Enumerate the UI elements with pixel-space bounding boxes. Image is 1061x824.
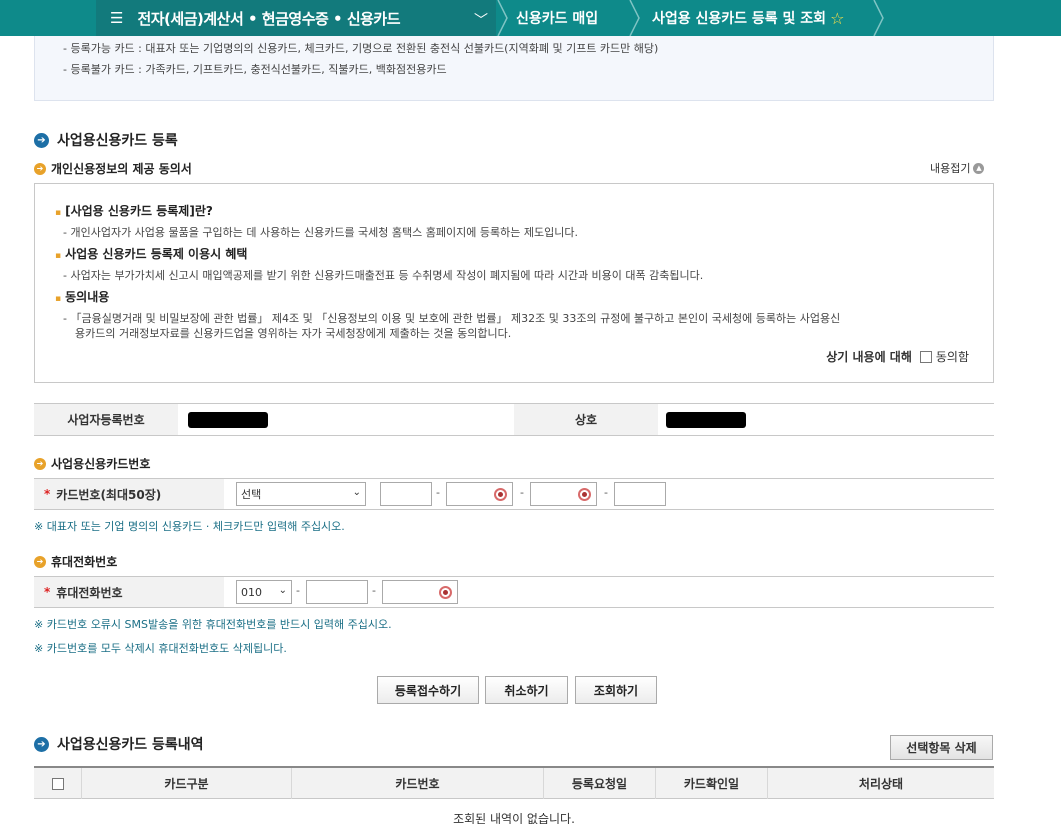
arrow-right-icon: ➔ xyxy=(34,736,49,752)
dash-separator: - xyxy=(296,584,300,597)
history-table-header: 카드구분 카드번호 등록요청일 카드확인일 처리상태 xyxy=(34,766,994,799)
chevron-up-icon: ▲ xyxy=(973,162,985,174)
redacted-business-name xyxy=(666,412,746,428)
phone-label: * 휴대전화번호 xyxy=(34,577,224,607)
breadcrumb-current-page[interactable]: 사업용 신용카드 등록 및 조회 ☆ xyxy=(652,0,844,36)
service-menu-dropdown[interactable]: ☰ 전자(세금)계산서 • 현금영수증 • 신용카드 ﹀ xyxy=(96,0,496,36)
favorite-star-icon[interactable]: ☆ xyxy=(830,9,844,28)
arrow-right-icon: ➔ xyxy=(34,457,46,470)
history-section-title: ➔ 사업용신용카드 등록내역 xyxy=(34,734,204,754)
agree-label[interactable]: 동의함 xyxy=(936,348,969,365)
phone-label-text: 휴대전화번호 xyxy=(56,585,123,600)
hamburger-icon: ☰ xyxy=(110,9,124,27)
card-number-section-title: ➔ 사업용신용카드번호 xyxy=(34,455,150,472)
card-eligibility-info: - 등록가능 카드 : 대표자 또는 기업명의의 신용카드, 체크카드, 기명으… xyxy=(34,36,994,101)
delete-selected-button[interactable]: 선택항목 삭제 xyxy=(890,735,993,760)
masked-input-icon xyxy=(578,488,591,501)
select-all-checkbox[interactable] xyxy=(51,777,64,790)
required-icon: * xyxy=(44,585,51,599)
ineligible-cards-text: - 등록불가 카드 : 가족카드, 기프트카드, 충전식선불카드, 직불카드, … xyxy=(63,63,447,76)
agree-prefix: 상기 내용에 대해 xyxy=(826,350,912,364)
dash-separator: - xyxy=(520,486,524,499)
register-section-title: ➔ 사업용신용카드 등록 xyxy=(34,130,178,150)
card-number-label: * 카드번호(최대50장) xyxy=(34,479,224,509)
card-number-part-3[interactable] xyxy=(530,482,597,506)
chevron-down-icon: ⌄ xyxy=(278,585,287,596)
dash-separator: - xyxy=(604,486,608,499)
consent-desc-3a: - 「금융실명거래 및 비밀보장에 관한 법률」 제4조 및 「신용정보의 이용… xyxy=(63,312,841,325)
breadcrumb-credit-card-purchase[interactable]: 신용카드 매입 xyxy=(516,0,598,36)
required-icon: * xyxy=(44,487,51,501)
card-number-note: ※ 대표자 또는 기업 명의의 신용카드 · 체크카드만 입력해 주십시오. xyxy=(34,520,345,533)
col-status: 처리상태 xyxy=(858,777,904,791)
masked-input-icon xyxy=(439,586,452,599)
business-info-table: 사업자등록번호 상호 xyxy=(34,403,994,436)
card-number-part-4[interactable] xyxy=(614,482,666,506)
breadcrumb-separator-icon xyxy=(629,0,640,36)
phone-middle-input[interactable] xyxy=(306,580,368,604)
consent-title-label: 개인신용정보의 제공 동의서 xyxy=(51,162,192,176)
breadcrumb-separator-icon xyxy=(497,0,508,36)
phone-prefix-selected: 010 xyxy=(241,585,262,599)
fold-label: 내용접기 xyxy=(930,162,971,175)
submit-registration-button[interactable]: 등록접수하기 xyxy=(377,676,479,704)
fold-content-toggle[interactable]: 내용접기 ▲ xyxy=(930,160,985,176)
phone-last-input[interactable] xyxy=(382,580,458,604)
agree-checkbox[interactable] xyxy=(919,350,932,363)
consent-desc-2: - 사업자는 부가가치세 신고시 매입액공제를 받기 위한 신용카드매출전표 등… xyxy=(63,269,704,282)
breadcrumb-current-label: 사업용 신용카드 등록 및 조회 xyxy=(652,11,827,27)
arrow-right-icon: ➔ xyxy=(34,555,46,568)
dash-separator: - xyxy=(436,486,440,499)
col-card-type: 카드구분 xyxy=(82,768,292,799)
masked-input-icon xyxy=(494,488,507,501)
card-company-selected: 선택 xyxy=(241,488,262,501)
card-number-part-1[interactable] xyxy=(380,482,432,506)
history-section-label: 사업용신용카드 등록내역 xyxy=(57,737,204,753)
eligible-cards-text: - 등록가능 카드 : 대표자 또는 기업명의의 신용카드, 체크카드, 기명으… xyxy=(63,42,659,55)
business-name-label: 상호 xyxy=(514,404,658,435)
chevron-down-icon: ﹀ xyxy=(474,13,488,29)
arrow-right-icon: ➔ xyxy=(34,132,49,148)
breadcrumb-separator-icon xyxy=(873,0,884,36)
col-confirm-date: 카드확인일 xyxy=(656,768,768,799)
redacted-business-regno xyxy=(188,412,268,428)
phone-note-1: ※ 카드번호 오류시 SMS발송을 위한 휴대전화번호를 반드시 입력해 주십시… xyxy=(34,618,392,631)
phone-section-title: ➔ 휴대전화번호 xyxy=(34,553,117,570)
consent-title: ➔ 개인신용정보의 제공 동의서 xyxy=(34,160,192,177)
consent-heading-1: [사업용 신용카드 등록제]란? xyxy=(55,202,213,219)
cancel-button[interactable]: 취소하기 xyxy=(485,676,568,704)
card-number-label-text: 카드번호(최대50장) xyxy=(56,487,162,502)
phone-section-label: 휴대전화번호 xyxy=(51,555,118,569)
lookup-button[interactable]: 조회하기 xyxy=(575,676,657,704)
dash-separator: - xyxy=(372,584,376,597)
consent-heading-2: 사업용 신용카드 등록제 이용시 혜택 xyxy=(55,245,247,262)
phone-note-2: ※ 카드번호를 모두 삭제시 휴대전화번호도 삭제됩니다. xyxy=(34,642,287,655)
card-number-section-label: 사업용신용카드번호 xyxy=(51,457,151,471)
business-regno-label: 사업자등록번호 xyxy=(34,404,178,435)
arrow-right-icon: ➔ xyxy=(34,162,46,175)
card-company-select[interactable]: 선택 ⌄ xyxy=(236,482,366,506)
agree-row: 상기 내용에 대해 동의함 xyxy=(826,348,969,365)
register-section-label: 사업용신용카드 등록 xyxy=(57,133,178,149)
consent-heading-3: 동의내용 xyxy=(55,288,109,305)
service-menu-title: 전자(세금)계산서 • 현금영수증 • 신용카드 xyxy=(137,9,401,28)
col-card-number: 카드번호 xyxy=(292,768,544,799)
phone-prefix-select[interactable]: 010 ⌄ xyxy=(236,580,292,604)
consent-box: [사업용 신용카드 등록제]란? - 개인사업자가 사업용 물품을 구입하는 데… xyxy=(34,183,994,383)
select-all-cell xyxy=(34,768,82,799)
consent-desc-1: - 개인사업자가 사업용 물품을 구입하는 데 사용하는 신용카드를 국세청 홈… xyxy=(63,226,578,239)
top-navigation-bar: ☰ 전자(세금)계산서 • 현금영수증 • 신용카드 ﹀ 신용카드 매입 사업용… xyxy=(0,0,1061,36)
consent-desc-3b: 용카드의 거래정보자료를 신용카드업을 영위하는 자가 국세청장에게 제출하는 … xyxy=(75,327,512,340)
col-request-date: 등록요청일 xyxy=(544,768,656,799)
card-number-row: * 카드번호(최대50장) 선택 ⌄ - - - xyxy=(34,478,994,510)
phone-row: * 휴대전화번호 010 ⌄ - - xyxy=(34,576,994,608)
empty-result-message: 조회된 내역이 없습니다. xyxy=(453,812,575,824)
card-number-part-2[interactable] xyxy=(446,482,513,506)
chevron-down-icon: ⌄ xyxy=(352,487,361,498)
